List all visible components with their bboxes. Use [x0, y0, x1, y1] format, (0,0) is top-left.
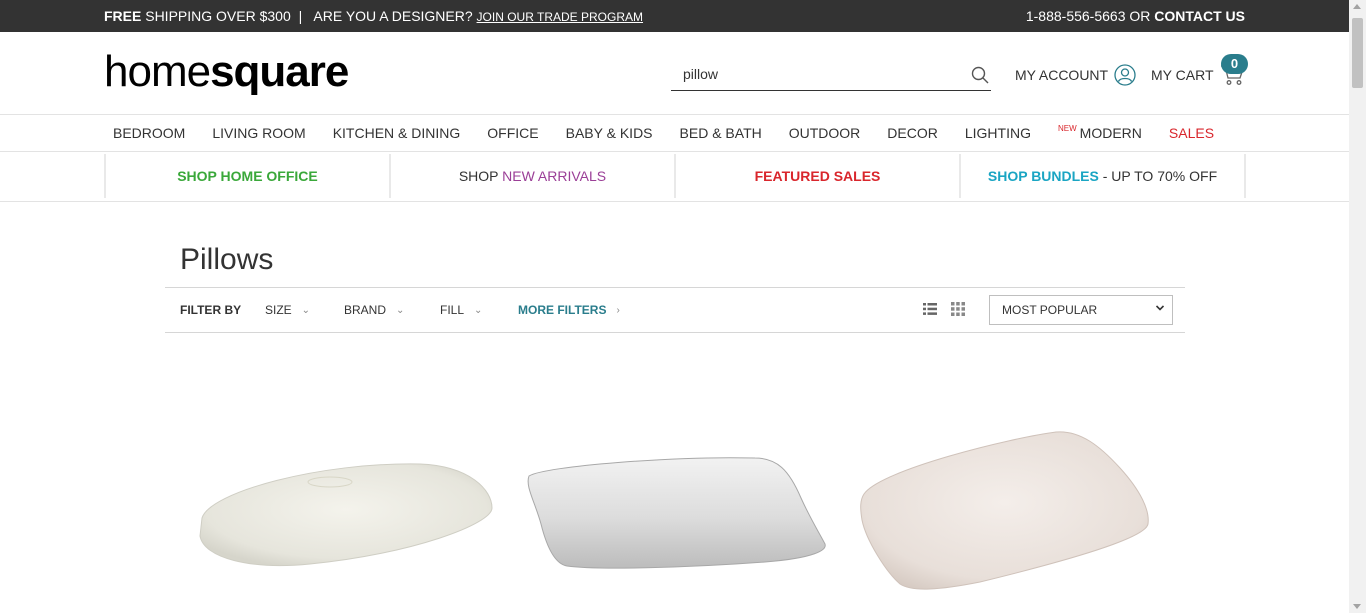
user-icon [1114, 64, 1136, 86]
top-bar-right: 1-888-556-5663 OR CONTACT US [1026, 8, 1245, 24]
top-bar: FREE SHIPPING OVER $300 | ARE YOU A DESI… [0, 0, 1349, 32]
logo-square: square [210, 47, 349, 96]
chevron-down-icon: ⌄ [396, 305, 405, 316]
promo-bundles-suffix: - UP TO 70% OFF [1102, 168, 1218, 184]
promo-bundles[interactable]: SHOP BUNDLES - UP TO 70% OFF [959, 154, 1246, 198]
nav-item-lighting[interactable]: LIGHTING [965, 115, 1031, 151]
page-scrollbar[interactable] [1349, 0, 1366, 613]
top-bar-separator: | [298, 8, 303, 24]
designer-text: ARE YOU A DESIGNER? [313, 8, 473, 24]
promo-new-arrivals[interactable]: SHOP NEW ARRIVALS [389, 154, 674, 198]
sort-selected-value: MOST POPULAR [1002, 303, 1098, 317]
trade-program-link[interactable]: JOIN OUR TRADE PROGRAM [477, 10, 643, 24]
promo-featured-sales-label: FEATURED SALES [754, 168, 881, 184]
chevron-down-icon: ⌄ [474, 305, 483, 316]
nav-item-outdoor[interactable]: OUTDOOR [789, 115, 861, 151]
page-title: Pillows [180, 243, 274, 276]
chevron-down-icon [1156, 305, 1164, 311]
grid-view-icon[interactable] [951, 302, 965, 316]
sort-select[interactable]: MOST POPULAR [989, 295, 1173, 325]
top-bar-left: FREE SHIPPING OVER $300 | ARE YOU A DESI… [104, 8, 643, 24]
my-cart-label: MY CART [1151, 67, 1214, 83]
filter-size-dropdown[interactable]: SIZE ⌄ [265, 288, 310, 334]
promo-new-arrivals-label: NEW ARRIVALS [502, 168, 607, 184]
product-image-pillow-1[interactable] [180, 420, 500, 600]
or-text: OR [1129, 8, 1151, 24]
search-box [671, 58, 991, 91]
new-badge: NEW [1057, 124, 1077, 133]
divider [0, 201, 1349, 202]
nav-item-modern[interactable]: NEW MODERN [1058, 115, 1142, 151]
filter-fill-label: FILL [440, 303, 465, 317]
nav-item-decor[interactable]: DECOR [887, 115, 938, 151]
free-label: FREE [104, 8, 142, 24]
promo-home-office-label: SHOP HOME OFFICE [177, 168, 318, 184]
cart-count-badge: 0 [1221, 54, 1248, 74]
nav-item-baby-kids[interactable]: BABY & KIDS [566, 115, 653, 151]
search-icon[interactable] [971, 66, 989, 84]
scroll-up-icon[interactable] [1353, 4, 1361, 9]
product-image-pillow-2[interactable] [515, 420, 835, 600]
more-filters-label: MORE FILTERS [518, 303, 607, 317]
filter-brand-dropdown[interactable]: BRAND ⌄ [344, 288, 404, 334]
promo-featured-sales[interactable]: FEATURED SALES [674, 154, 959, 198]
more-filters-button[interactable]: MORE FILTERS › [518, 288, 620, 334]
scrollbar-thumb[interactable] [1352, 18, 1363, 88]
filter-size-label: SIZE [265, 303, 292, 317]
product-image-pillow-3[interactable] [850, 420, 1170, 600]
search-input[interactable] [671, 58, 975, 90]
chevron-right-icon: › [616, 305, 620, 316]
filter-by-label: FILTER BY [180, 303, 242, 317]
my-account-label: MY ACCOUNT [1015, 67, 1109, 83]
nav-modern-label: MODERN [1079, 125, 1142, 141]
nav-item-bed-bath[interactable]: BED & BATH [680, 115, 762, 151]
nav-item-bedroom[interactable]: BEDROOM [113, 115, 185, 151]
filter-fill-dropdown[interactable]: FILL ⌄ [440, 288, 482, 334]
my-cart-link[interactable]: MY CART 0 [1151, 54, 1248, 86]
filter-bar: FILTER BY SIZE ⌄ BRAND ⌄ FILL ⌄ MORE FILTER… [165, 287, 1185, 333]
filter-brand-label: BRAND [344, 303, 387, 317]
nav-item-kitchen-dining[interactable]: KITCHEN & DINING [333, 115, 461, 151]
free-shipping-text: SHIPPING OVER $300 [145, 8, 291, 24]
list-view-icon[interactable] [923, 302, 937, 316]
chevron-down-icon: ⌄ [301, 305, 311, 316]
promo-shop-word: SHOP [458, 168, 499, 184]
nav-item-office[interactable]: OFFICE [487, 115, 538, 151]
my-account-link[interactable]: MY ACCOUNT [1015, 64, 1136, 86]
phone-number[interactable]: 1-888-556-5663 [1026, 8, 1126, 24]
promo-bundles-label: SHOP BUNDLES [987, 168, 1099, 184]
scroll-down-icon[interactable] [1353, 604, 1361, 609]
contact-us-link[interactable]: CONTACT US [1154, 8, 1245, 24]
main-navigation: BEDROOM LIVING ROOM KITCHEN & DINING OFF… [0, 114, 1349, 152]
nav-item-sales[interactable]: SALES [1169, 115, 1214, 151]
homesquare-logo[interactable]: homesquare [104, 47, 349, 96]
promo-strip: SHOP HOME OFFICE SHOP NEW ARRIVALS FEATU… [104, 154, 1246, 198]
nav-item-living-room[interactable]: LIVING ROOM [212, 115, 305, 151]
promo-home-office[interactable]: SHOP HOME OFFICE [104, 154, 389, 198]
logo-home: home [104, 47, 211, 96]
